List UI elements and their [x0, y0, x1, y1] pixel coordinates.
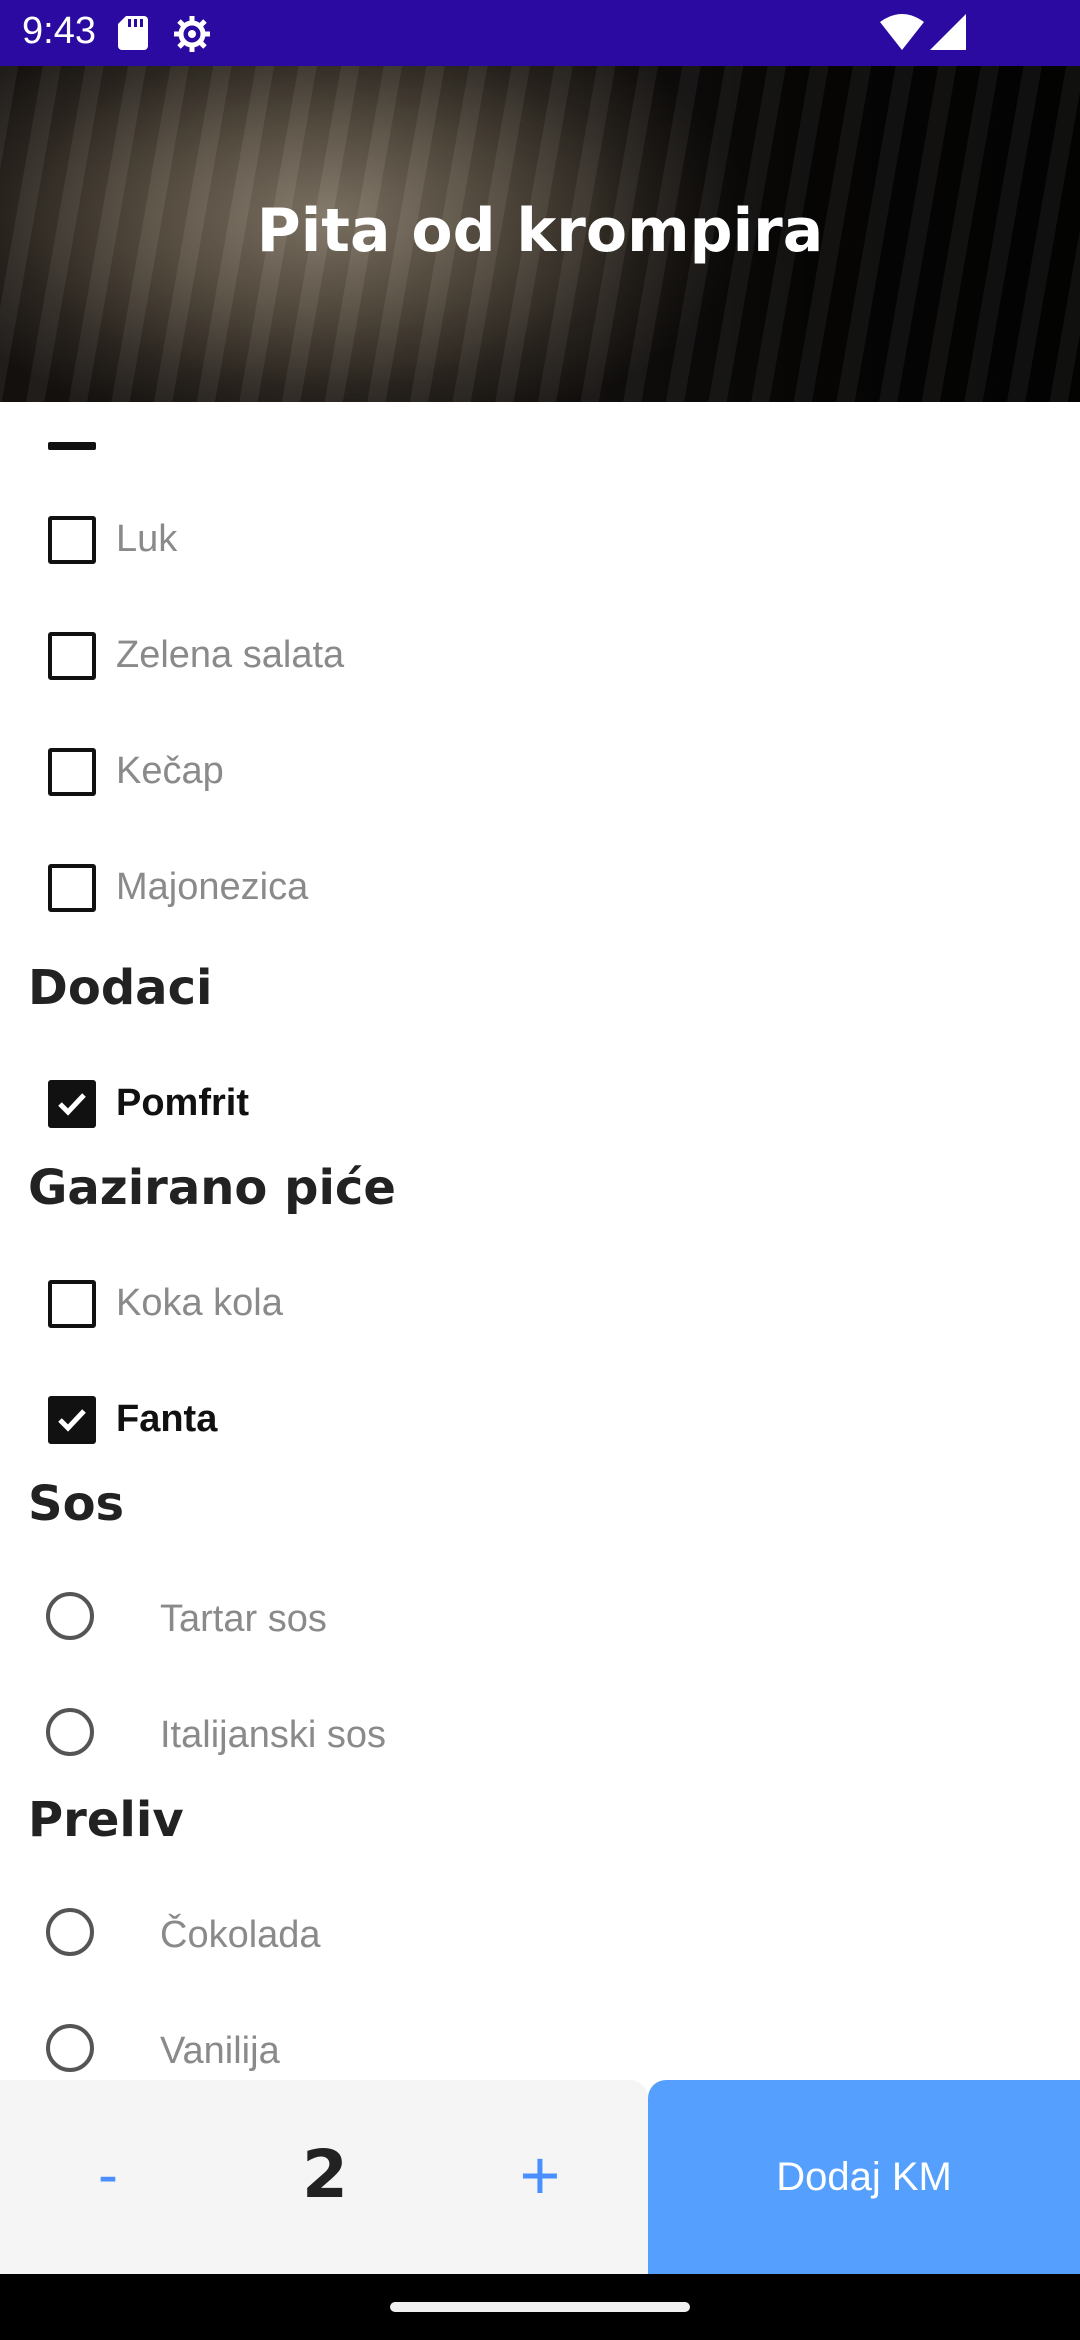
radio-button[interactable] [46, 2024, 94, 2072]
section-title-dodaci: Dodaci [28, 960, 213, 1016]
checkbox-checked[interactable] [48, 1396, 96, 1444]
sd-card-icon [118, 16, 148, 50]
navigation-bar [0, 2274, 1080, 2340]
radio-label: Čokolada [160, 1914, 321, 1956]
checkbox-row-majonezica[interactable]: Majonezica [0, 840, 1080, 940]
checkbox-row-koka-kola[interactable]: Koka kola [0, 1256, 1080, 1356]
checkbox-label: Pomfrit [116, 1082, 249, 1124]
options-list[interactable]: Luk Zelena salata Kečap Majonezica Dodac… [0, 402, 1080, 2082]
checkbox-label: Kečap [116, 750, 224, 792]
decrease-quantity-button[interactable]: - [60, 2120, 156, 2230]
checkbox-label: Koka kola [116, 1282, 283, 1324]
checkbox[interactable] [48, 748, 96, 796]
radio-row-cokolada[interactable]: Čokolada [0, 1888, 1080, 1988]
checkbox[interactable] [48, 864, 96, 912]
section-title-preliv: Preliv [28, 1792, 184, 1848]
section-title-sos: Sos [28, 1476, 125, 1532]
radio-row-italijanski-sos[interactable]: Italijanski sos [0, 1688, 1080, 1788]
cellular-icon [930, 14, 966, 50]
checkbox[interactable] [48, 632, 96, 680]
partial-checkbox[interactable] [48, 442, 96, 450]
status-bar: 9:43 [0, 0, 1080, 66]
radio-button[interactable] [46, 1708, 94, 1756]
checkbox-label: Majonezica [116, 866, 309, 908]
checkbox-label: Fanta [116, 1398, 218, 1440]
checkbox-label: Zelena salata [116, 634, 345, 676]
check-icon [58, 1409, 86, 1432]
checkbox-row-fanta[interactable]: Fanta [0, 1372, 1080, 1472]
checkbox-row-luk[interactable]: Luk [0, 492, 1080, 592]
checkbox[interactable] [48, 516, 96, 564]
radio-row-tartar-sos[interactable]: Tartar sos [0, 1572, 1080, 1672]
add-to-cart-button[interactable]: Dodaj KM [648, 2080, 1080, 2274]
home-handle[interactable] [390, 2302, 690, 2312]
radio-label: Tartar sos [160, 1598, 327, 1640]
increase-quantity-button[interactable]: + [490, 2120, 590, 2230]
checkbox-row-zelena-salata[interactable]: Zelena salata [0, 608, 1080, 708]
status-time: 9:43 [22, 10, 96, 52]
radio-button[interactable] [46, 1908, 94, 1956]
wifi-icon [880, 14, 924, 50]
header-image: Pita od krompira [0, 66, 1080, 402]
checkbox[interactable] [48, 1280, 96, 1328]
check-icon [58, 1093, 86, 1116]
radio-button[interactable] [46, 1592, 94, 1640]
page-title: Pita od krompira [256, 196, 824, 266]
checkbox-checked[interactable] [48, 1080, 96, 1128]
checkbox-row-kecap[interactable]: Kečap [0, 724, 1080, 824]
checkbox-label: Luk [116, 518, 178, 560]
checkbox-row-pomfrit[interactable]: Pomfrit [0, 1056, 1080, 1156]
quantity-panel: - 2 + [0, 2080, 648, 2274]
quantity-value: 2 [302, 2136, 348, 2213]
gear-icon [174, 16, 210, 52]
section-title-gazirano: Gazirano piće [28, 1160, 396, 1216]
radio-label: Italijanski sos [160, 1714, 386, 1756]
radio-label: Vanilija [160, 2030, 280, 2072]
radio-row-vanilija[interactable]: Vanilija [0, 2004, 1080, 2082]
